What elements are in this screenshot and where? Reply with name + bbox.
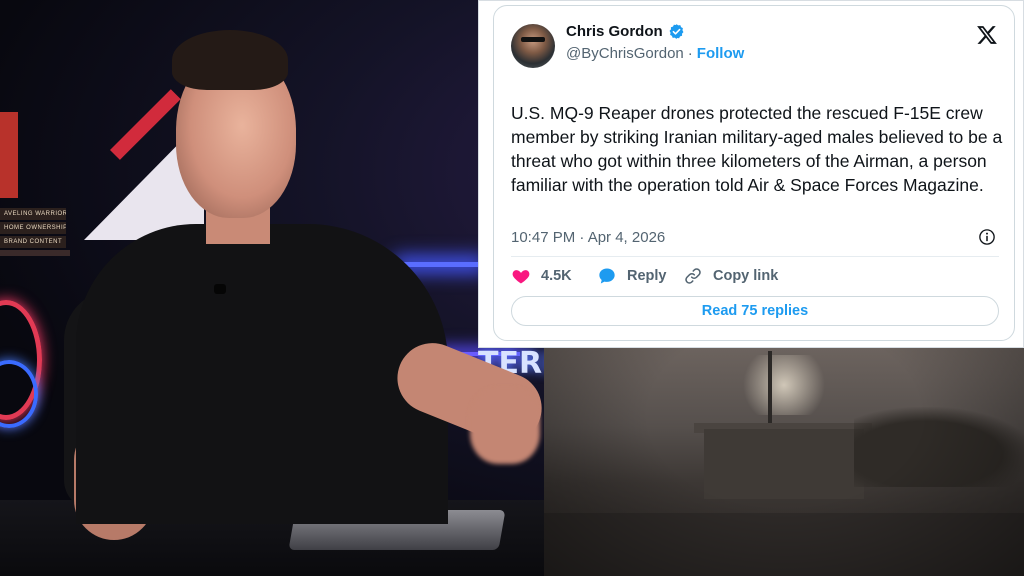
x-logo-icon[interactable] [976, 24, 998, 46]
bookshelf [0, 250, 70, 256]
info-icon[interactable] [978, 228, 996, 246]
avatar-glasses [521, 37, 545, 42]
tweet-body: U.S. MQ-9 Reaper drones protected the re… [511, 103, 1003, 195]
like-button[interactable]: 4.5K [511, 266, 597, 286]
author-name-row: Chris Gordon [566, 23, 685, 40]
link-icon [685, 268, 701, 284]
red-book-decor [0, 112, 18, 198]
heart-icon [512, 270, 530, 284]
author-display-name[interactable]: Chris Gordon [566, 23, 663, 40]
shelf-book: HOME OWNERSHIP [0, 222, 66, 234]
reply-label: Reply [627, 268, 667, 284]
tweet-timestamp[interactable]: 10:47 PM · Apr 4, 2026 [511, 229, 665, 246]
verified-badge-icon [669, 24, 684, 39]
avatar[interactable] [511, 24, 555, 68]
footage-vignette [544, 345, 1024, 576]
copy-link-label: Copy link [713, 268, 779, 284]
shelf-book: AVELING WARRIORS [0, 208, 66, 220]
presenter-torso [76, 224, 448, 524]
tweet-actions: 4.5K Reply Copy link [511, 266, 778, 286]
follow-button[interactable]: Follow [697, 45, 745, 62]
separator-dot: · [687, 45, 693, 62]
drone-footage-inset [544, 345, 1024, 576]
video-frame: AVELING WARRIORS HOME OWNERSHIP BRAND CO… [0, 0, 1024, 576]
reply-bubble-icon [599, 268, 615, 284]
read-replies-button[interactable]: Read 75 replies [511, 296, 999, 326]
reply-button[interactable]: Reply [597, 266, 683, 286]
shelf-book: BRAND CONTENT [0, 236, 66, 248]
author-handle[interactable]: @ByChrisGordon [566, 45, 684, 62]
lapel-mic [214, 284, 226, 294]
led-light-strip [400, 262, 480, 267]
presenter-hair [172, 30, 288, 90]
tweet-card[interactable]: Chris Gordon @ByChrisGordon · Follow U.S… [493, 5, 1015, 341]
tweet-overlay: Chris Gordon @ByChrisGordon · Follow U.S… [478, 0, 1024, 348]
divider [511, 256, 999, 257]
copy-link-button[interactable]: Copy link [683, 266, 778, 286]
author-handle-row: @ByChrisGordon · Follow [566, 45, 744, 62]
presenter-hand [470, 388, 540, 464]
like-count: 4.5K [541, 268, 572, 284]
